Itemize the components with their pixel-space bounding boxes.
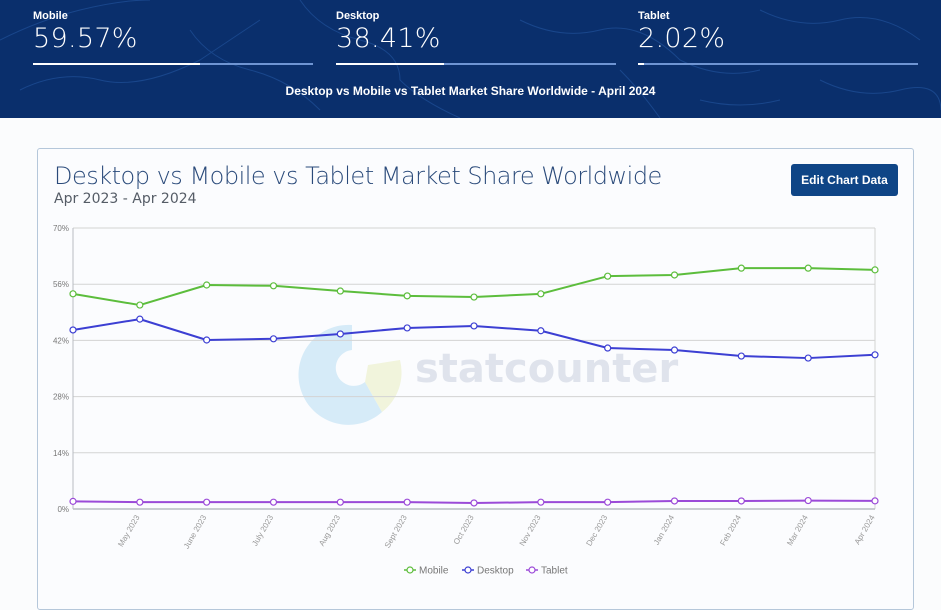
data-point-tablet[interactable] — [403, 498, 411, 506]
data-point-mobile[interactable] — [203, 281, 211, 289]
data-point-mobile[interactable] — [604, 272, 612, 280]
data-point-tablet[interactable] — [470, 499, 478, 507]
data-point-desktop[interactable] — [804, 354, 812, 362]
x-tick-label: Jan 2024 — [652, 513, 677, 546]
data-point-desktop[interactable] — [670, 346, 679, 354]
x-tick-label: Nov 2023 — [518, 513, 543, 548]
data-point-mobile[interactable] — [403, 292, 411, 300]
data-point-mobile[interactable] — [737, 264, 745, 272]
data-point-desktop[interactable] — [403, 324, 411, 332]
data-point-desktop[interactable] — [269, 335, 278, 343]
data-point-mobile[interactable] — [871, 266, 879, 274]
data-point-mobile[interactable] — [136, 301, 144, 309]
data-point-desktop[interactable] — [69, 326, 77, 334]
data-point-mobile[interactable] — [804, 264, 812, 272]
data-point-tablet[interactable] — [537, 498, 545, 506]
x-tick-label: Aug 2023 — [317, 513, 342, 548]
watermark-text: statcounter — [415, 346, 678, 392]
legend-label: Desktop — [477, 566, 514, 577]
x-tick-label: Mar 2024 — [785, 513, 810, 547]
legend-marker-icon — [464, 566, 472, 574]
data-point-desktop[interactable] — [336, 330, 344, 338]
x-tick-label: June 2023 — [182, 513, 209, 550]
data-point-mobile[interactable] — [269, 282, 278, 290]
data-point-tablet[interactable] — [203, 498, 211, 506]
data-point-mobile[interactable] — [336, 287, 344, 295]
data-point-desktop[interactable] — [136, 315, 144, 323]
data-point-tablet[interactable] — [871, 497, 879, 505]
y-tick-label: 70% — [53, 224, 69, 233]
data-point-desktop[interactable] — [203, 336, 211, 344]
y-tick-label: 0% — [57, 505, 69, 514]
x-tick-label: Dec 2023 — [584, 513, 609, 548]
legend-item-tablet[interactable]: Tablet — [526, 566, 568, 577]
data-point-desktop[interactable] — [871, 351, 879, 359]
data-point-mobile[interactable] — [470, 293, 478, 301]
data-point-desktop[interactable] — [537, 327, 545, 335]
x-tick-label: Feb 2024 — [718, 513, 743, 547]
legend-marker-icon — [528, 566, 536, 574]
data-point-mobile[interactable] — [537, 290, 545, 298]
x-tick-label: May 2023 — [116, 513, 142, 548]
legend-marker-icon — [406, 566, 414, 574]
y-tick-label: 56% — [53, 280, 69, 289]
data-point-desktop[interactable] — [604, 344, 612, 352]
y-tick-label: 14% — [53, 449, 69, 458]
data-point-desktop[interactable] — [737, 352, 745, 360]
legend-item-mobile[interactable]: Mobile — [404, 566, 449, 577]
series-mobile — [69, 264, 879, 309]
data-point-tablet[interactable] — [604, 498, 612, 506]
legend-label: Tablet — [541, 566, 568, 577]
data-point-desktop[interactable] — [470, 322, 478, 330]
data-point-tablet[interactable] — [670, 497, 679, 505]
x-tick-label: Sept 2023 — [383, 513, 409, 550]
data-point-tablet[interactable] — [69, 497, 77, 505]
data-point-tablet[interactable] — [336, 498, 344, 506]
series-tablet — [69, 496, 879, 507]
legend-label: Mobile — [419, 566, 449, 577]
x-tick-label: July 2023 — [250, 513, 275, 548]
data-point-tablet[interactable] — [804, 496, 812, 505]
data-point-tablet[interactable] — [269, 498, 278, 506]
x-tick-label: Oct 2023 — [452, 513, 476, 546]
legend-item-desktop[interactable]: Desktop — [462, 566, 514, 577]
data-point-tablet[interactable] — [136, 498, 144, 506]
data-point-mobile[interactable] — [670, 271, 679, 279]
data-point-tablet[interactable] — [737, 497, 745, 505]
line-chart: statcounter 0% 14% 28% 42% 56% 70% May 2023 Ju… — [53, 224, 879, 577]
y-tick-label: 28% — [53, 393, 69, 402]
x-tick-label: Apr 2024 — [853, 513, 877, 546]
data-point-mobile[interactable] — [69, 290, 77, 298]
y-tick-label: 42% — [53, 336, 69, 345]
statcounter-watermark: statcounter — [298, 324, 678, 425]
